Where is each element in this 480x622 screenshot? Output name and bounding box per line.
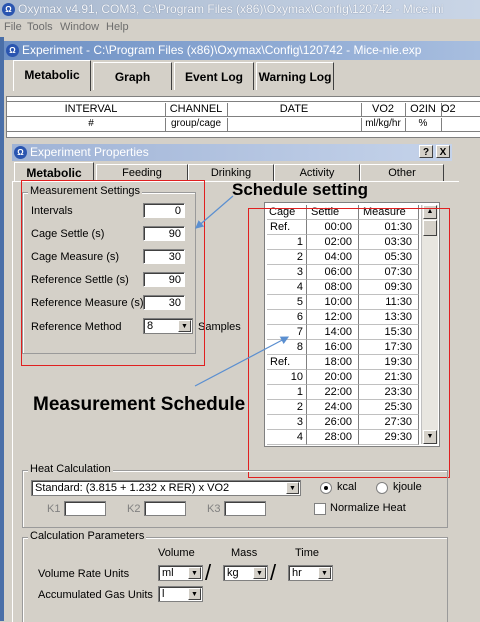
volume-unit-select[interactable]: ml ▼	[158, 565, 203, 581]
slash-divider: /	[205, 560, 212, 585]
mass-unit-select[interactable]: kg ▼	[223, 565, 268, 581]
normalize-heat-checkbox[interactable]	[314, 503, 326, 515]
slash-divider: /	[270, 560, 277, 585]
heat-formula-select[interactable]: Standard: (3.815 + 1.232 x RER) x VO2 ▼	[31, 480, 301, 496]
volume-rate-label: Volume Rate Units	[38, 568, 130, 580]
volume-col-label: Volume	[158, 547, 195, 559]
normalize-heat-label: Normalize Heat	[330, 502, 406, 514]
chevron-down-icon[interactable]: ▼	[253, 567, 266, 579]
time-unit-value: hr	[292, 567, 302, 579]
arrow-to-settings-icon	[195, 195, 234, 229]
radio-dot-icon	[324, 486, 328, 490]
acc-gas-select[interactable]: l ▼	[158, 586, 203, 602]
k2-input[interactable]	[144, 501, 186, 516]
chevron-down-icon[interactable]: ▼	[188, 588, 201, 600]
acc-gas-label: Accumulated Gas Units	[38, 589, 153, 601]
arrow-to-schedule-icon	[194, 336, 290, 387]
time-unit-select[interactable]: hr ▼	[288, 565, 333, 581]
kcal-radio[interactable]	[320, 482, 332, 494]
calc-params-label: Calculation Parameters	[28, 530, 147, 542]
mass-col-label: Mass	[231, 547, 258, 559]
mass-unit-value: kg	[227, 567, 239, 579]
heat-calculation-group	[22, 470, 448, 528]
k1-input[interactable]	[64, 501, 106, 516]
kcal-label: kcal	[337, 481, 357, 493]
kjoule-label: kjoule	[393, 481, 422, 493]
volume-unit-value: ml	[162, 567, 174, 579]
heat-calculation-label: Heat Calculation	[28, 463, 113, 475]
k2-label: K2	[127, 503, 141, 515]
time-col-label: Time	[295, 547, 320, 559]
k3-label: K3	[207, 503, 221, 515]
acc-gas-value: l	[162, 588, 165, 600]
chevron-down-icon[interactable]: ▼	[318, 567, 331, 579]
chevron-down-icon[interactable]: ▼	[188, 567, 201, 579]
k1-label: K1	[47, 503, 61, 515]
kjoule-radio[interactable]	[376, 482, 388, 494]
heat-formula-value: Standard: (3.815 + 1.232 x RER) x VO2	[35, 482, 230, 494]
k3-input[interactable]	[224, 501, 266, 516]
chevron-down-icon[interactable]: ▼	[286, 482, 299, 494]
